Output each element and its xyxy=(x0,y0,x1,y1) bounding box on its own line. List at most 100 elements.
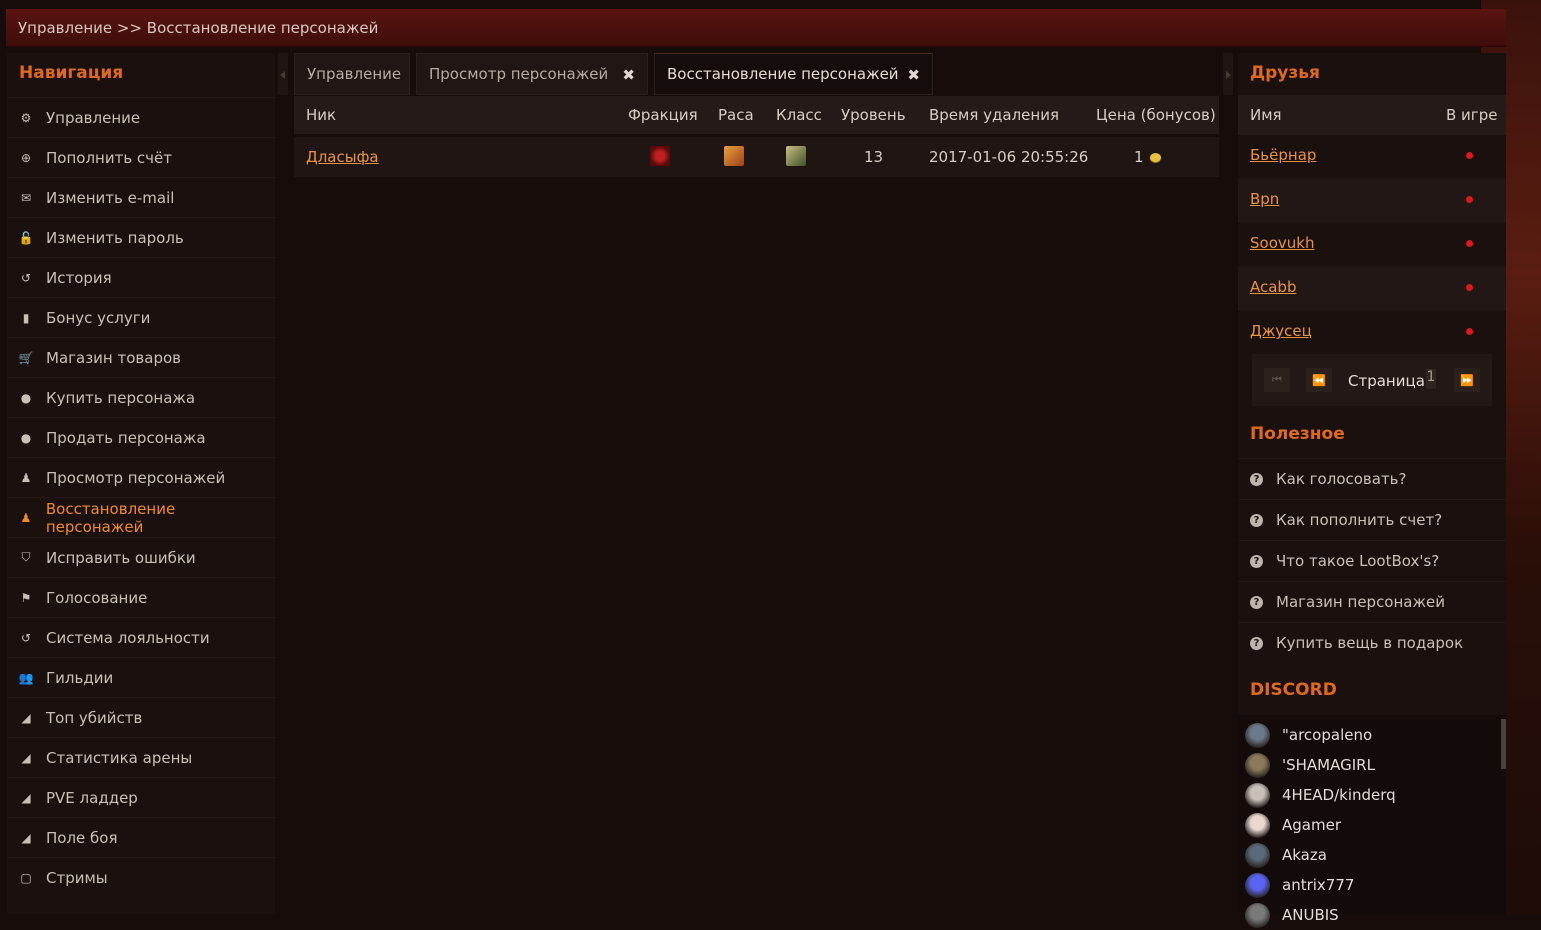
sidebar-item[interactable]: ◢ Поле боя xyxy=(7,817,275,857)
sidebar-item[interactable]: ◢ Статистика арены xyxy=(7,737,275,777)
sidebar-item-label: Стримы xyxy=(46,868,108,887)
user-icon: ● xyxy=(20,430,32,445)
page-label: Страница xyxy=(1348,372,1425,390)
col-deleted: Время удаления xyxy=(929,106,1059,124)
col-class: Класс xyxy=(776,106,822,124)
friend-name-link[interactable]: Soovukh xyxy=(1250,234,1314,252)
flag-icon: ⚑ xyxy=(20,590,32,605)
discord-member-name: Akaza xyxy=(1282,846,1327,864)
friends-pager: ⏮ ⏪ Страница 1 ⏩ xyxy=(1252,354,1492,406)
sidebar-item[interactable]: ⊕ Пополнить счёт xyxy=(7,137,275,177)
sidebar-item-label: Просмотр персонажей xyxy=(46,468,226,487)
sidebar-item[interactable]: ◢ Топ убийств xyxy=(7,697,275,737)
right-panel: Друзья Имя В игре Бьёрнар Bpn Soovukh Acabb… xyxy=(1238,53,1506,928)
discord-member[interactable]: 4HEAD/kinderq xyxy=(1245,780,1396,810)
close-icon[interactable]: ✖ xyxy=(622,66,635,84)
discord-widget: "arcopaleno 'SHAMAGIRL 4HEAD/kinderq Agamer… xyxy=(1238,715,1506,928)
next-page-button[interactable]: ⏩ xyxy=(1454,368,1480,392)
offline-status-icon xyxy=(1466,240,1473,247)
tabs-scroll-left[interactable] xyxy=(278,53,288,95)
shield-icon: ⛉ xyxy=(21,550,31,564)
sidebar-item-label: Купить персонажа xyxy=(46,388,196,407)
race-icon xyxy=(724,146,744,166)
lock-icon: 🔓 xyxy=(18,230,34,245)
sidebar-item[interactable]: ● Продать персонажа xyxy=(7,417,275,457)
sidebar-item[interactable]: ◢ PVE ладдер xyxy=(7,777,275,817)
useful-link[interactable]: ? Как пополнить счет? xyxy=(1238,499,1506,540)
discord-member[interactable]: antrix777 xyxy=(1245,870,1354,900)
avatar xyxy=(1245,842,1270,868)
useful-link-label: Как голосовать? xyxy=(1276,470,1407,488)
discord-member-name: 'SHAMAGIRL xyxy=(1282,756,1375,774)
tab-restore-characters[interactable]: Восстановление персонажей ✖ xyxy=(654,53,933,95)
sidebar-item[interactable]: ♟ Восстановление персонажей xyxy=(7,497,275,537)
sidebar-item-label: Изменить пароль xyxy=(46,228,184,247)
gear-icon: ⚙ xyxy=(20,110,32,125)
sidebar-item-label: Управление xyxy=(46,108,141,127)
useful-link[interactable]: ? Купить вещь в подарок xyxy=(1238,622,1506,663)
sidebar-item[interactable]: ▢ Стримы xyxy=(7,857,275,897)
close-icon[interactable]: ✖ xyxy=(907,66,920,84)
sidebar-item-label: История xyxy=(46,268,112,287)
sidebar-item[interactable]: 🔓 Изменить пароль xyxy=(7,217,275,257)
sidebar-item[interactable]: ⚙ Управление xyxy=(7,97,275,137)
sidebar-item-label: Голосование xyxy=(46,588,148,607)
discord-member-name: Agamer xyxy=(1282,816,1341,834)
discord-member-name: ANUBIS xyxy=(1282,906,1339,924)
history-icon: ↺ xyxy=(20,270,32,285)
sidebar-item[interactable]: 👥 Гильдии xyxy=(7,657,275,697)
useful-link[interactable]: ? Магазин персонажей xyxy=(1238,581,1506,622)
tabs-scroll-right[interactable] xyxy=(1223,53,1233,95)
history-icon: ↺ xyxy=(20,630,32,645)
question-icon: ? xyxy=(1250,554,1263,568)
sidebar-item[interactable]: ● Купить персонажа xyxy=(7,377,275,417)
friend-name-link[interactable]: Джусец xyxy=(1250,322,1312,340)
sidebar-item-label: Система лояльности xyxy=(46,628,210,647)
sidebar-item[interactable]: ↺ История xyxy=(7,257,275,297)
friend-name-link[interactable]: Acabb xyxy=(1250,278,1296,296)
tab-view-characters[interactable]: Просмотр персонажей ✖ xyxy=(416,53,648,95)
first-page-button[interactable]: ⏮ xyxy=(1264,368,1290,392)
friend-row: Bpn xyxy=(1238,179,1506,223)
top-bar: Управление >> Восстановление персонажей xyxy=(6,9,1506,47)
useful-link[interactable]: ? Как голосовать? xyxy=(1238,458,1506,499)
sidebar-item-label: Пополнить счёт xyxy=(46,148,173,167)
discord-scrollbar[interactable] xyxy=(1501,719,1506,769)
sidebar-item[interactable]: 🛒 Магазин товаров xyxy=(7,337,275,377)
discord-member[interactable]: ANUBIS xyxy=(1245,900,1339,930)
character-name-link[interactable]: Дласыфа xyxy=(306,148,379,166)
sidebar-item[interactable]: ▮ Бонус услуги xyxy=(7,297,275,337)
discord-title: DISCORD xyxy=(1250,680,1337,700)
friend-name-link[interactable]: Bpn xyxy=(1250,190,1279,208)
avatar xyxy=(1245,722,1270,748)
area-chart-icon: ◢ xyxy=(21,710,31,725)
friends-title: Друзья xyxy=(1250,63,1320,83)
friend-name-link[interactable]: Бьёрнар xyxy=(1250,146,1316,164)
friend-row: Джусец xyxy=(1238,311,1506,355)
sidebar-item[interactable]: ♟ Просмотр персонажей xyxy=(7,457,275,497)
prev-page-button[interactable]: ⏪ xyxy=(1306,368,1332,392)
sidebar-item[interactable]: ✉ Изменить e-mail xyxy=(7,177,275,217)
sidebar-item-label: Топ убийств xyxy=(46,708,143,727)
discord-member[interactable]: "arcopaleno xyxy=(1245,720,1372,750)
avatar xyxy=(1245,752,1270,778)
sidebar-item-label: Исправить ошибки xyxy=(46,548,196,567)
sidebar-item-label: Восстановление персонажей xyxy=(45,499,176,536)
offline-status-icon xyxy=(1466,284,1473,291)
question-icon: ? xyxy=(1250,636,1263,650)
page-input[interactable]: 1 xyxy=(1426,369,1436,389)
sidebar-item[interactable]: ⛉ Исправить ошибки xyxy=(7,537,275,577)
table-row: Дласыфа 13 2017-01-06 20:55:26 1 xyxy=(294,137,1219,177)
sidebar-item-label: Продать персонажа xyxy=(46,428,206,447)
discord-member[interactable]: Akaza xyxy=(1245,840,1327,870)
discord-member[interactable]: Agamer xyxy=(1245,810,1341,840)
users-icon: 👥 xyxy=(18,670,34,685)
tab-management[interactable]: Управление xyxy=(294,53,410,95)
friends-header: Имя В игре xyxy=(1238,95,1506,135)
useful-link[interactable]: ? Что такое LootBox's? xyxy=(1238,540,1506,581)
useful-title: Полезное xyxy=(1250,424,1345,444)
sidebar-item[interactable]: ⚑ Голосование xyxy=(7,577,275,617)
navigation-list: ⚙ Управление ⊕ Пополнить счёт ✉ Изменить e-ma… xyxy=(7,97,275,897)
discord-member[interactable]: 'SHAMAGIRL xyxy=(1245,750,1375,780)
sidebar-item[interactable]: ↺ Система лояльности xyxy=(7,617,275,657)
